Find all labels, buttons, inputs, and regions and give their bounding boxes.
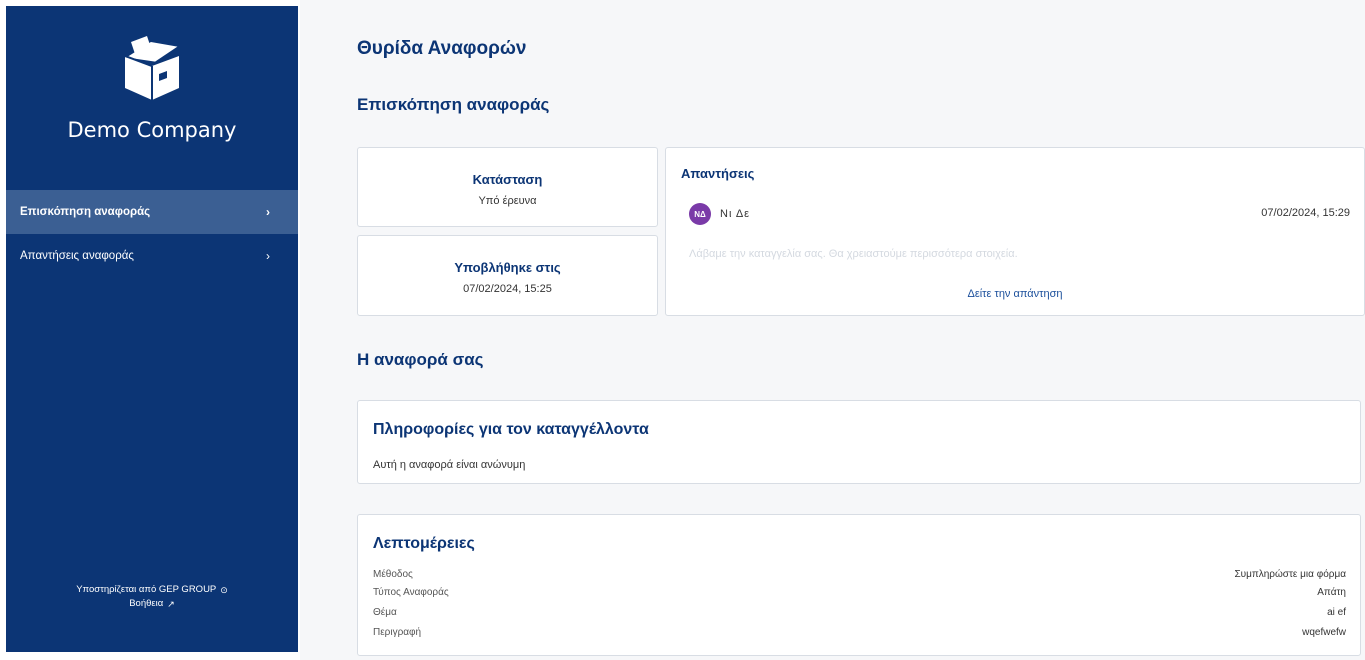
answer-date: 07/02/2024, 15:29: [1261, 207, 1350, 219]
box-icon: [124, 36, 179, 100]
reporter-card: Πληροφορίες για τον καταγγέλλοντα Αυτή η…: [357, 400, 1361, 484]
detail-value: Συμπληρώστε μια φόρμα: [1234, 569, 1346, 580]
detail-row-report-type: Τύπος Αναφοράς Απάτη: [373, 587, 1346, 605]
sidebar-item-label: Απαντήσεις αναφοράς: [20, 250, 134, 262]
overview-title: Επισκόπηση αναφοράς: [357, 95, 550, 114]
answers-card: Απαντήσεις ΝΔ Νι Δε 07/02/2024, 15:29 Λά…: [665, 147, 1365, 316]
external-link-icon: ↗: [167, 599, 175, 609]
detail-row-subject: Θέμα ai ef: [373, 607, 1346, 625]
see-answer-link[interactable]: Δείτε την απάντηση: [666, 288, 1364, 300]
detail-row-description: Περιγραφή wqefwefw: [373, 627, 1346, 645]
detail-label: Τύπος Αναφοράς: [373, 587, 449, 598]
chevron-right-icon: ›: [266, 249, 270, 263]
detail-label: Περιγραφή: [373, 627, 422, 638]
avatar: ΝΔ: [689, 203, 711, 225]
detail-label: Μέθοδος: [373, 569, 413, 580]
sidebar: Demo Company Επισκόπηση αναφοράς › Απαντ…: [6, 6, 298, 652]
page-title: Θυρίδα Αναφορών: [357, 38, 527, 59]
your-report-title: Η αναφορά σας: [357, 350, 484, 369]
status-value: Υπό έρευνα: [478, 195, 537, 207]
chevron-right-icon: ›: [266, 205, 270, 219]
submitted-label: Υποβλήθηκε στις: [454, 260, 561, 275]
answers-title: Απαντήσεις: [681, 166, 755, 181]
sidebar-item-report-overview[interactable]: Επισκόπηση αναφοράς ›: [6, 190, 298, 234]
company-name: Demo Company: [67, 118, 237, 142]
submitted-value: 07/02/2024, 15:25: [463, 283, 552, 295]
sidebar-item-label: Επισκόπηση αναφοράς: [20, 206, 151, 218]
status-card: Κατάσταση Υπό έρευνα: [357, 147, 658, 227]
details-card: Λεπτομέρειες Μέθοδος Συμπληρώστε μια φόρ…: [357, 514, 1361, 656]
detail-label: Θέμα: [373, 607, 397, 618]
detail-value: wqefwefw: [1302, 627, 1346, 638]
answer-author: Νι Δε: [720, 208, 751, 220]
submitted-card: Υποβλήθηκε στις 07/02/2024, 15:25: [357, 235, 658, 316]
powered-by-link[interactable]: Υποστηρίζεται από GEP GROUP: [76, 583, 216, 597]
detail-row-method: Μέθοδος Συμπληρώστε μια φόρμα: [373, 569, 1346, 587]
help-link[interactable]: Βοήθεια: [129, 597, 163, 611]
details-title: Λεπτομέρειες: [373, 535, 475, 552]
status-label: Κατάσταση: [472, 172, 543, 187]
detail-value: ai ef: [1327, 607, 1346, 618]
reporter-text: Αυτή η αναφορά είναι ανώνυμη: [373, 459, 526, 471]
reporter-title: Πληροφορίες για τον καταγγέλλοντα: [373, 421, 649, 438]
detail-value: Απάτη: [1317, 587, 1346, 598]
answer-preview: Λάβαμε την καταγγελία σας. Θα χρειαστούμ…: [689, 248, 1018, 260]
main-content: Θυρίδα Αναφορών Επισκόπηση αναφοράς Κατά…: [300, 0, 1365, 660]
sidebar-footer: Υποστηρίζεται από GEP GROUP ⊙ Βοήθεια ↗: [6, 583, 298, 611]
info-circle-icon: ⊙: [220, 585, 228, 595]
company-logo: Demo Company: [6, 34, 298, 142]
sidebar-item-report-answers[interactable]: Απαντήσεις αναφοράς ›: [6, 234, 298, 278]
